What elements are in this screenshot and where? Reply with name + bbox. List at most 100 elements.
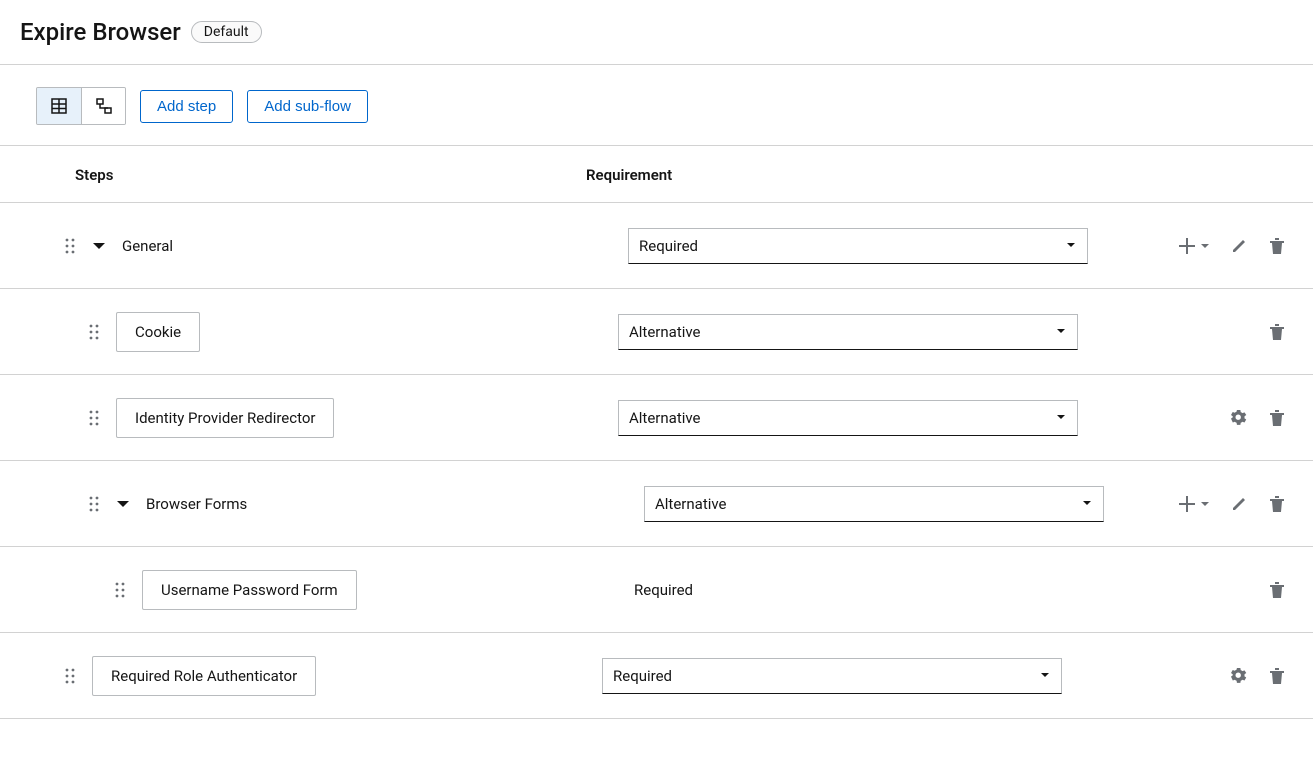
table-icon [51,98,67,114]
trash-icon [1269,668,1285,684]
grip-icon [114,582,126,598]
delete-button[interactable] [1269,582,1285,598]
edit-button[interactable] [1231,496,1247,512]
requirement-select[interactable]: Alternative [644,486,1104,522]
chevron-down-icon [1057,327,1067,337]
chevron-down-icon [1057,413,1067,423]
view-toggle [36,87,126,125]
grip-icon [88,496,100,512]
default-chip: Default [191,21,262,43]
row-actions [1269,582,1313,598]
step-label: Browser Forms [146,495,247,513]
drag-handle[interactable] [64,668,76,684]
pencil-icon [1231,238,1247,254]
flow-row-username-password-form: Username Password Form Required [0,547,1313,633]
add-button[interactable] [1179,238,1195,254]
requirement-cell: Required [586,658,1231,694]
table-header-row: Steps Requirement [0,146,1313,203]
flow-row-browser-forms: Browser Forms Alternative [0,461,1313,547]
flow-row-cookie: Cookie Alternative [0,289,1313,375]
step-label: Identity Provider Redirector [116,398,334,438]
page-header: Expire Browser Default [0,0,1313,65]
flow-row-idp-redirector: Identity Provider Redirector Alternative [0,375,1313,461]
plus-icon [1179,238,1195,254]
expand-toggle[interactable] [92,239,106,253]
grip-icon [88,324,100,340]
table-view-toggle[interactable] [37,88,81,124]
requirement-select[interactable]: Alternative [618,400,1078,436]
settings-button[interactable] [1231,410,1247,426]
grip-icon [64,668,76,684]
add-step-button[interactable]: Add step [140,90,233,123]
column-header-requirement: Requirement [586,166,672,184]
trash-icon [1269,582,1285,598]
delete-button[interactable] [1269,496,1285,512]
add-menu-caret[interactable] [1201,242,1209,250]
add-menu-caret[interactable] [1201,500,1209,508]
requirement-select[interactable]: Alternative [618,314,1078,350]
requirement-value: Alternative [655,495,727,513]
requirement-value: Alternative [629,409,701,427]
flow-row-general: General Required [0,203,1313,289]
chevron-down-icon [1067,241,1077,251]
step-label: Required Role Authenticator [92,656,316,696]
step-cell: Identity Provider Redirector [0,398,586,438]
step-cell: Required Role Authenticator [0,656,586,696]
chevron-down-icon [1201,500,1209,508]
pencil-icon [1231,496,1247,512]
step-cell: Cookie [0,312,586,352]
toolbar: Add step Add sub-flow [0,65,1313,146]
requirement-select[interactable]: Required [628,228,1088,264]
requirement-cell: Alternative [586,486,1179,522]
add-button[interactable] [1179,496,1195,512]
requirement-select[interactable]: Required [602,658,1062,694]
drag-handle[interactable] [88,410,100,426]
expand-toggle[interactable] [116,497,130,511]
diagram-icon [96,98,112,114]
chevron-down-icon [116,497,130,511]
drag-handle[interactable] [88,324,100,340]
add-subflow-button[interactable]: Add sub-flow [247,90,368,123]
trash-icon [1269,324,1285,340]
row-actions [1179,238,1313,254]
gear-icon [1231,410,1247,426]
requirement-cell: Required [586,228,1179,264]
trash-icon [1269,238,1285,254]
drag-handle[interactable] [114,582,126,598]
row-actions [1231,410,1313,426]
chevron-down-icon [1201,242,1209,250]
step-cell: Username Password Form [0,570,586,610]
step-label: General [122,237,173,255]
trash-icon [1269,410,1285,426]
row-actions [1269,324,1313,340]
step-cell: Browser Forms [0,495,586,513]
drag-handle[interactable] [88,496,100,512]
flow-row-required-role-authenticator: Required Role Authenticator Required [0,633,1313,719]
chevron-down-icon [92,239,106,253]
requirement-value: Required [624,581,693,599]
requirement-value: Alternative [629,323,701,341]
edit-button[interactable] [1231,238,1247,254]
delete-button[interactable] [1269,668,1285,684]
requirement-value: Required [613,667,672,685]
delete-button[interactable] [1269,238,1285,254]
delete-button[interactable] [1269,324,1285,340]
gear-icon [1231,668,1247,684]
page-title: Expire Browser [20,18,181,46]
trash-icon [1269,496,1285,512]
requirement-value: Required [639,237,698,255]
diagram-view-toggle[interactable] [81,88,125,124]
drag-handle[interactable] [64,238,76,254]
grip-icon [64,238,76,254]
grip-icon [88,410,100,426]
requirement-cell: Required [586,581,1269,599]
chevron-down-icon [1041,671,1051,681]
row-actions [1179,496,1313,512]
requirement-cell: Alternative [586,314,1269,350]
step-cell: General [0,237,586,255]
delete-button[interactable] [1269,410,1285,426]
column-header-steps: Steps [0,166,586,184]
step-label: Cookie [116,312,200,352]
settings-button[interactable] [1231,668,1247,684]
plus-icon [1179,496,1195,512]
